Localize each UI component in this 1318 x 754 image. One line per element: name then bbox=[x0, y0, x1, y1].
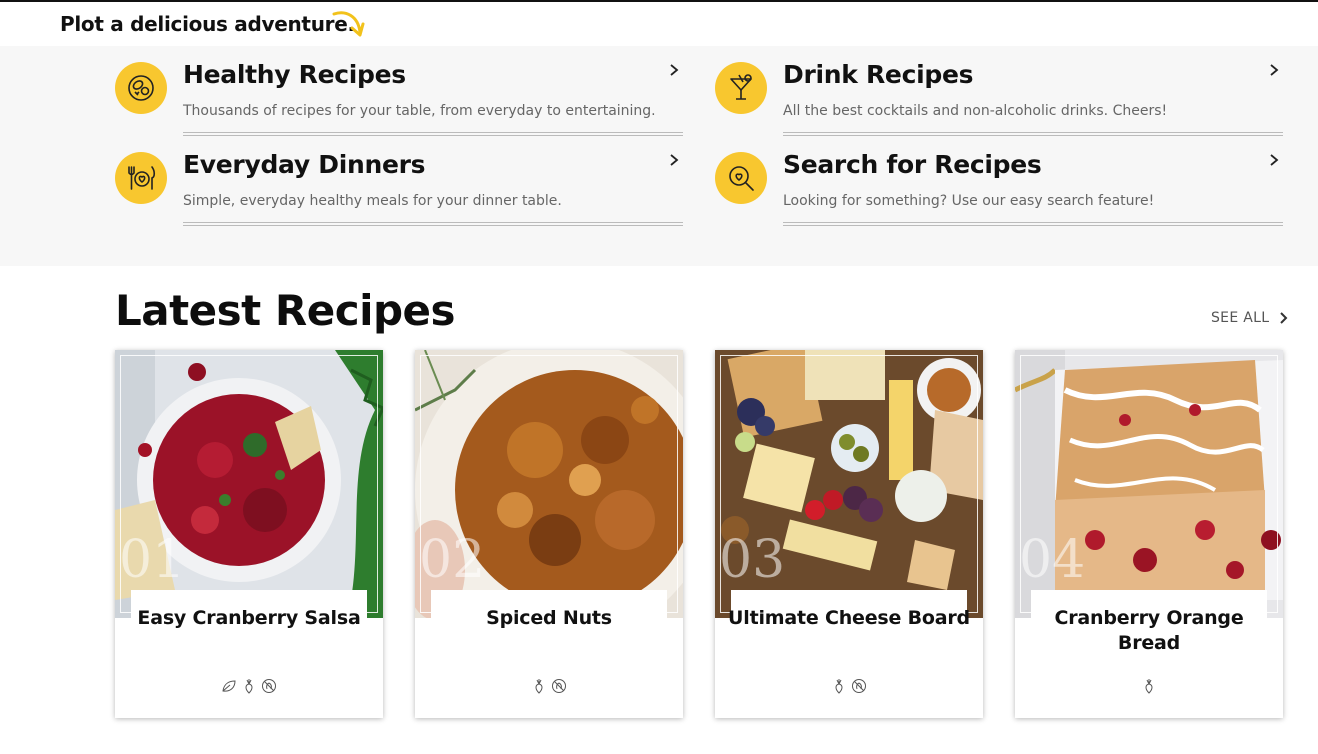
recipe-number: 04 bbox=[1019, 530, 1086, 590]
vegetarian-icon bbox=[535, 679, 543, 694]
category-title: Everyday Dinners bbox=[183, 150, 426, 179]
recipe-title: Spiced Nuts bbox=[486, 607, 612, 629]
category-title: Healthy Recipes bbox=[183, 60, 406, 89]
category-drink-recipes[interactable]: Drink Recipes All the best cocktails and… bbox=[715, 46, 1285, 136]
vegetarian-icon bbox=[245, 679, 253, 694]
search-heart-icon bbox=[715, 152, 767, 204]
latest-recipes-heading: Latest Recipes bbox=[115, 286, 456, 335]
chevron-right-icon bbox=[670, 64, 679, 76]
recipe-number: 01 bbox=[119, 530, 186, 590]
chevron-right-icon bbox=[1270, 154, 1279, 166]
recipe-title: Easy Cranberry Salsa bbox=[137, 607, 361, 629]
gluten-free-icon bbox=[262, 679, 276, 693]
cocktail-icon bbox=[715, 62, 767, 114]
divider bbox=[783, 222, 1283, 226]
chevron-right-icon bbox=[1270, 64, 1279, 76]
top-border-line bbox=[0, 0, 1318, 2]
gluten-free-icon bbox=[852, 679, 866, 693]
category-title: Search for Recipes bbox=[783, 150, 1042, 179]
vegetarian-icon bbox=[835, 679, 843, 694]
diet-tags bbox=[1015, 678, 1283, 694]
curly-arrow-icon bbox=[332, 11, 365, 37]
divider bbox=[183, 222, 683, 226]
recipe-card-cranberry-salsa[interactable]: 01 Easy Cranberry Salsa bbox=[115, 350, 383, 718]
see-all-link[interactable]: SEE ALL bbox=[1211, 310, 1289, 326]
recipe-card-spiced-nuts[interactable]: 02 Spiced Nuts bbox=[415, 350, 683, 718]
category-search-recipes[interactable]: Search for Recipes Looking for something… bbox=[715, 136, 1285, 226]
site-tagline: Plot a delicious adventure. bbox=[60, 12, 355, 36]
recipe-card-cheese-board[interactable]: 03 Ultimate Cheese Board bbox=[715, 350, 983, 718]
category-everyday-dinners[interactable]: Everyday Dinners Simple, everyday health… bbox=[115, 136, 685, 226]
diet-tags bbox=[715, 678, 983, 694]
category-description: Looking for something? Use our easy sear… bbox=[783, 193, 1155, 209]
diet-tags bbox=[415, 678, 683, 694]
recipe-title: Ultimate Cheese Board bbox=[728, 607, 970, 629]
vegetarian-icon bbox=[1145, 679, 1153, 694]
chevron-right-icon bbox=[1280, 312, 1288, 324]
category-description: All the best cocktails and non-alcoholic… bbox=[783, 103, 1168, 119]
see-all-label: SEE ALL bbox=[1211, 310, 1270, 326]
category-description: Simple, everyday healthy meals for your … bbox=[183, 193, 562, 209]
recipe-number: 02 bbox=[419, 530, 486, 590]
healthy-food-icon bbox=[115, 62, 167, 114]
recipe-card-cranberry-orange-bread[interactable]: 04 Cranberry Orange Bread bbox=[1015, 350, 1283, 718]
recipe-title: Cranberry Orange Bread bbox=[1054, 607, 1244, 654]
category-description: Thousands of recipes for your table, fro… bbox=[183, 103, 656, 119]
gluten-free-icon bbox=[552, 679, 566, 693]
category-healthy-recipes[interactable]: Healthy Recipes Thousands of recipes for… bbox=[115, 46, 685, 136]
recipe-number: 03 bbox=[719, 530, 786, 590]
dinner-plate-icon bbox=[115, 152, 167, 204]
chevron-right-icon bbox=[670, 154, 679, 166]
category-section: Healthy Recipes Thousands of recipes for… bbox=[0, 46, 1318, 266]
category-title: Drink Recipes bbox=[783, 60, 974, 89]
vegan-icon bbox=[222, 680, 236, 692]
diet-tags bbox=[115, 678, 383, 694]
